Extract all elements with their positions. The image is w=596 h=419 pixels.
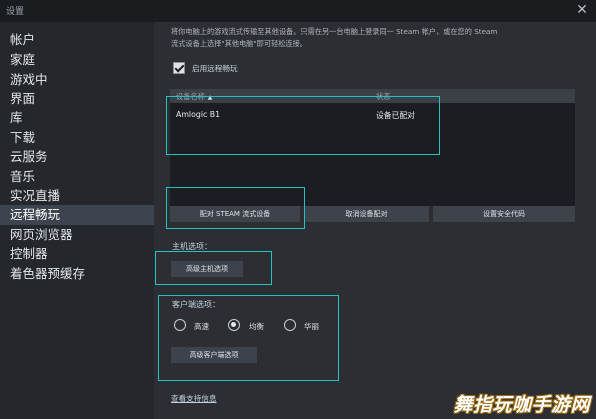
set-security-code-button[interactable]: 设置安全代码 — [433, 206, 575, 222]
settings-sidebar: 帐户 家庭 游戏中 界面 库 下载 云服务 音乐 实况直播 远程畅玩 网页浏览器… — [0, 22, 154, 419]
device-status-cell: 设备已配对 — [376, 111, 415, 120]
remote-play-panel: 将你电脑上的游戏流式传输至其他设备。只需在另一台电脑上登录同一 Steam 帐户… — [154, 22, 596, 419]
device-table: 设备名称 ▲ 状态 Amlogic B1 设备已配对 — [170, 89, 575, 206]
sidebar-item-music[interactable]: 音乐 — [0, 167, 154, 187]
advanced-client-options-button[interactable]: 高级客户端选项 — [171, 347, 257, 363]
sidebar-item-remote-play[interactable]: 远程畅玩 — [0, 205, 154, 225]
unpair-device-button[interactable]: 取消设备配对 — [304, 206, 429, 222]
radio-balanced-label: 均衡 — [249, 322, 264, 331]
description-line-2: 流式设备上选择"其他电脑"即可轻松连接。 — [171, 39, 307, 48]
description-line-1: 将你电脑上的游戏流式传输至其他设备。只需在另一台电脑上登录同一 Steam 帐户… — [171, 27, 498, 36]
sidebar-item-shader-cache[interactable]: 着色器预缓存 — [0, 264, 154, 284]
sidebar-item-cloud[interactable]: 云服务 — [0, 147, 154, 167]
sidebar-item-library[interactable]: 库 — [0, 108, 154, 128]
watermark-logo: 舞指玩咖手游网 — [453, 394, 590, 416]
view-support-info-link[interactable]: 查看支持信息 — [171, 393, 217, 404]
column-label-device-name: 设备名称 — [176, 92, 205, 101]
sidebar-item-in-game[interactable]: 游戏中 — [0, 70, 154, 90]
enable-remote-play-label: 启用远程畅玩 — [192, 64, 238, 73]
advanced-host-options-button[interactable]: 高级主机选项 — [171, 261, 243, 277]
host-options-label: 主机选项： — [172, 242, 212, 251]
device-table-header: 设备名称 ▲ 状态 — [170, 89, 575, 103]
device-name-cell: Amlogic B1 — [176, 110, 221, 119]
radio-beautiful-label: 华丽 — [304, 322, 319, 331]
sidebar-item-controller[interactable]: 控制器 — [0, 244, 154, 264]
remote-play-description: 将你电脑上的游戏流式传输至其他设备。只需在另一台电脑上登录同一 Steam 帐户… — [171, 26, 581, 50]
window-title: 设置 — [6, 7, 25, 17]
radio-fast[interactable] — [174, 319, 186, 331]
column-header-device-name[interactable]: 设备名称 ▲ — [176, 92, 212, 102]
close-icon[interactable]: ✕ — [574, 2, 590, 18]
radio-beautiful[interactable] — [284, 319, 296, 331]
sidebar-item-broadcast[interactable]: 实况直播 — [0, 186, 154, 206]
sidebar-item-downloads[interactable]: 下载 — [0, 128, 154, 148]
sidebar-item-account[interactable]: 帐户 — [0, 30, 154, 50]
enable-remote-play-checkbox[interactable] — [173, 62, 185, 74]
client-options-label: 客户端选项： — [172, 300, 220, 309]
sidebar-item-interface[interactable]: 界面 — [0, 89, 154, 109]
sidebar-item-family[interactable]: 家庭 — [0, 50, 154, 70]
column-header-status[interactable]: 状态 — [376, 92, 390, 102]
title-bar: 设置 ✕ — [0, 0, 596, 22]
radio-balanced[interactable] — [228, 319, 240, 331]
sort-ascending-icon: ▲ — [207, 94, 213, 101]
pair-steam-link-button[interactable]: 配对 STEAM 流式设备 — [170, 206, 300, 222]
radio-fast-label: 高速 — [194, 322, 209, 331]
sidebar-item-web-browser[interactable]: 网页浏览器 — [0, 225, 154, 245]
